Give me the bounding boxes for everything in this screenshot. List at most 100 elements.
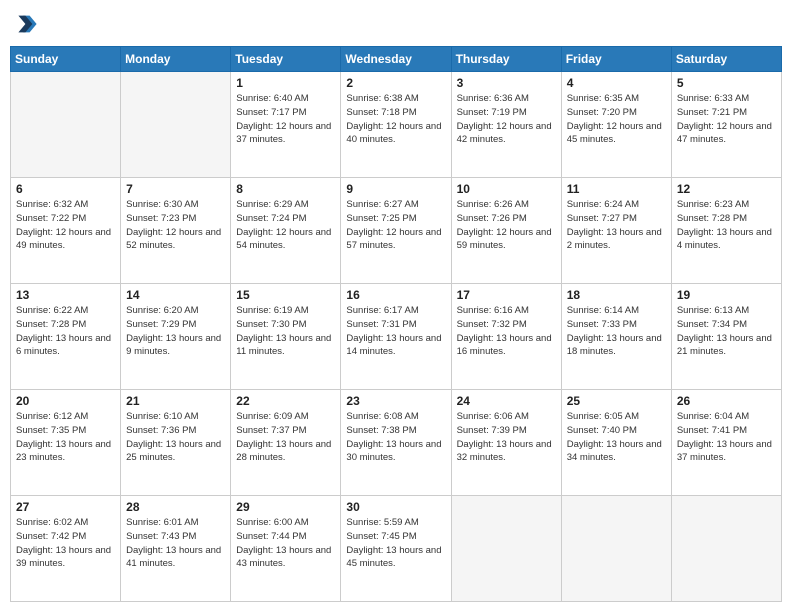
day-info: Sunrise: 6:02 AM Sunset: 7:42 PM Dayligh… [16, 516, 115, 571]
weekday-header: Monday [121, 47, 231, 72]
calendar-cell: 23 Sunrise: 6:08 AM Sunset: 7:38 PM Dayli… [341, 390, 451, 496]
day-info: Sunrise: 6:17 AM Sunset: 7:31 PM Dayligh… [346, 304, 445, 359]
calendar-cell [451, 496, 561, 602]
day-number: 4 [567, 76, 666, 90]
day-number: 2 [346, 76, 445, 90]
day-info: Sunrise: 6:01 AM Sunset: 7:43 PM Dayligh… [126, 516, 225, 571]
day-info: Sunrise: 6:06 AM Sunset: 7:39 PM Dayligh… [457, 410, 556, 465]
page: SundayMondayTuesdayWednesdayThursdayFrid… [0, 0, 792, 612]
calendar-cell: 10Sunrise: 6:26 AM Sunset: 7:26 PM Dayli… [451, 178, 561, 284]
calendar-cell: 25Sunrise: 6:05 AM Sunset: 7:40 PM Dayli… [561, 390, 671, 496]
calendar-cell: 19 Sunrise: 6:13 AM Sunset: 7:34 PM Dayli… [671, 284, 781, 390]
day-number: 12 [677, 182, 776, 196]
calendar-cell: 4 Sunrise: 6:35 AM Sunset: 7:20 PM Daylig… [561, 72, 671, 178]
day-number: 11 [567, 182, 666, 196]
day-number: 30 [346, 500, 445, 514]
day-info: Sunrise: 6:30 AM Sunset: 7:23 PM Dayligh… [126, 198, 225, 253]
day-info: Sunrise: 6:23 AM Sunset: 7:28 PM Dayligh… [677, 198, 776, 253]
calendar-cell: 15 Sunrise: 6:19 AM Sunset: 7:30 PM Dayli… [231, 284, 341, 390]
calendar-cell: 28 Sunrise: 6:01 AM Sunset: 7:43 PM Dayli… [121, 496, 231, 602]
day-info: Sunrise: 6:10 AM Sunset: 7:36 PM Dayligh… [126, 410, 225, 465]
day-info: Sunrise: 6:26 AM Sunset: 7:26 PM Dayligh… [457, 198, 556, 253]
calendar-cell: 27 Sunrise: 6:02 AM Sunset: 7:42 PM Dayli… [11, 496, 121, 602]
calendar-cell: 9 Sunrise: 6:27 AM Sunset: 7:25 PM Daylig… [341, 178, 451, 284]
day-info: Sunrise: 6:12 AM Sunset: 7:35 PM Dayligh… [16, 410, 115, 465]
calendar-cell: 5 Sunrise: 6:33 AM Sunset: 7:21 PM Daylig… [671, 72, 781, 178]
calendar-cell [671, 496, 781, 602]
week-row: 20 Sunrise: 6:12 AM Sunset: 7:35 PM Dayli… [11, 390, 782, 496]
calendar-cell [561, 496, 671, 602]
day-info: Sunrise: 6:24 AM Sunset: 7:27 PM Dayligh… [567, 198, 666, 253]
day-number: 13 [16, 288, 115, 302]
day-info: Sunrise: 6:08 AM Sunset: 7:38 PM Dayligh… [346, 410, 445, 465]
day-number: 14 [126, 288, 225, 302]
calendar-cell: 13 Sunrise: 6:22 AM Sunset: 7:28 PM Dayli… [11, 284, 121, 390]
calendar-cell: 17Sunrise: 6:16 AM Sunset: 7:32 PM Dayli… [451, 284, 561, 390]
day-number: 27 [16, 500, 115, 514]
weekday-header: Wednesday [341, 47, 451, 72]
logo-icon [10, 10, 38, 38]
day-info: Sunrise: 6:35 AM Sunset: 7:20 PM Dayligh… [567, 92, 666, 147]
day-info: Sunrise: 6:32 AM Sunset: 7:22 PM Dayligh… [16, 198, 115, 253]
calendar-cell: 30Sunrise: 5:59 AM Sunset: 7:45 PM Dayli… [341, 496, 451, 602]
header [10, 10, 782, 38]
calendar-cell: 12 Sunrise: 6:23 AM Sunset: 7:28 PM Dayli… [671, 178, 781, 284]
day-number: 22 [236, 394, 335, 408]
calendar-cell: 11 Sunrise: 6:24 AM Sunset: 7:27 PM Dayli… [561, 178, 671, 284]
weekday-header: Friday [561, 47, 671, 72]
day-info: Sunrise: 6:04 AM Sunset: 7:41 PM Dayligh… [677, 410, 776, 465]
day-info: Sunrise: 6:19 AM Sunset: 7:30 PM Dayligh… [236, 304, 335, 359]
day-number: 23 [346, 394, 445, 408]
day-number: 20 [16, 394, 115, 408]
calendar-cell: 22 Sunrise: 6:09 AM Sunset: 7:37 PM Dayli… [231, 390, 341, 496]
day-info: Sunrise: 6:22 AM Sunset: 7:28 PM Dayligh… [16, 304, 115, 359]
calendar-cell: 24 Sunrise: 6:06 AM Sunset: 7:39 PM Dayli… [451, 390, 561, 496]
day-number: 18 [567, 288, 666, 302]
calendar-cell: 3 Sunrise: 6:36 AM Sunset: 7:19 PM Daylig… [451, 72, 561, 178]
day-info: Sunrise: 6:09 AM Sunset: 7:37 PM Dayligh… [236, 410, 335, 465]
calendar-cell: 26 Sunrise: 6:04 AM Sunset: 7:41 PM Dayli… [671, 390, 781, 496]
day-info: Sunrise: 6:20 AM Sunset: 7:29 PM Dayligh… [126, 304, 225, 359]
day-number: 19 [677, 288, 776, 302]
calendar-cell: 29 Sunrise: 6:00 AM Sunset: 7:44 PM Dayli… [231, 496, 341, 602]
day-number: 24 [457, 394, 556, 408]
day-info: Sunrise: 6:36 AM Sunset: 7:19 PM Dayligh… [457, 92, 556, 147]
day-info: Sunrise: 6:00 AM Sunset: 7:44 PM Dayligh… [236, 516, 335, 571]
calendar-cell: 7Sunrise: 6:30 AM Sunset: 7:23 PM Daylig… [121, 178, 231, 284]
day-number: 8 [236, 182, 335, 196]
day-number: 6 [16, 182, 115, 196]
weekday-header: Thursday [451, 47, 561, 72]
day-info: Sunrise: 6:13 AM Sunset: 7:34 PM Dayligh… [677, 304, 776, 359]
calendar-cell [11, 72, 121, 178]
logo [10, 10, 42, 38]
calendar-cell: 14 Sunrise: 6:20 AM Sunset: 7:29 PM Dayli… [121, 284, 231, 390]
calendar-cell: 20 Sunrise: 6:12 AM Sunset: 7:35 PM Dayli… [11, 390, 121, 496]
day-info: Sunrise: 6:27 AM Sunset: 7:25 PM Dayligh… [346, 198, 445, 253]
day-number: 9 [346, 182, 445, 196]
calendar-cell [121, 72, 231, 178]
day-number: 5 [677, 76, 776, 90]
calendar-cell: 16 Sunrise: 6:17 AM Sunset: 7:31 PM Dayli… [341, 284, 451, 390]
week-row: 1Sunrise: 6:40 AM Sunset: 7:17 PM Daylig… [11, 72, 782, 178]
day-number: 29 [236, 500, 335, 514]
day-number: 25 [567, 394, 666, 408]
day-number: 3 [457, 76, 556, 90]
day-info: Sunrise: 6:38 AM Sunset: 7:18 PM Dayligh… [346, 92, 445, 147]
calendar-cell: 21Sunrise: 6:10 AM Sunset: 7:36 PM Dayli… [121, 390, 231, 496]
day-info: Sunrise: 6:29 AM Sunset: 7:24 PM Dayligh… [236, 198, 335, 253]
calendar-cell: 18Sunrise: 6:14 AM Sunset: 7:33 PM Dayli… [561, 284, 671, 390]
day-number: 15 [236, 288, 335, 302]
calendar: SundayMondayTuesdayWednesdayThursdayFrid… [10, 46, 782, 602]
day-number: 16 [346, 288, 445, 302]
calendar-cell: 6 Sunrise: 6:32 AM Sunset: 7:22 PM Daylig… [11, 178, 121, 284]
day-number: 28 [126, 500, 225, 514]
day-number: 1 [236, 76, 335, 90]
header-row: SundayMondayTuesdayWednesdayThursdayFrid… [11, 47, 782, 72]
day-number: 17 [457, 288, 556, 302]
week-row: 27 Sunrise: 6:02 AM Sunset: 7:42 PM Dayli… [11, 496, 782, 602]
day-info: Sunrise: 6:33 AM Sunset: 7:21 PM Dayligh… [677, 92, 776, 147]
day-number: 26 [677, 394, 776, 408]
weekday-header: Sunday [11, 47, 121, 72]
week-row: 13 Sunrise: 6:22 AM Sunset: 7:28 PM Dayli… [11, 284, 782, 390]
calendar-cell: 8 Sunrise: 6:29 AM Sunset: 7:24 PM Daylig… [231, 178, 341, 284]
